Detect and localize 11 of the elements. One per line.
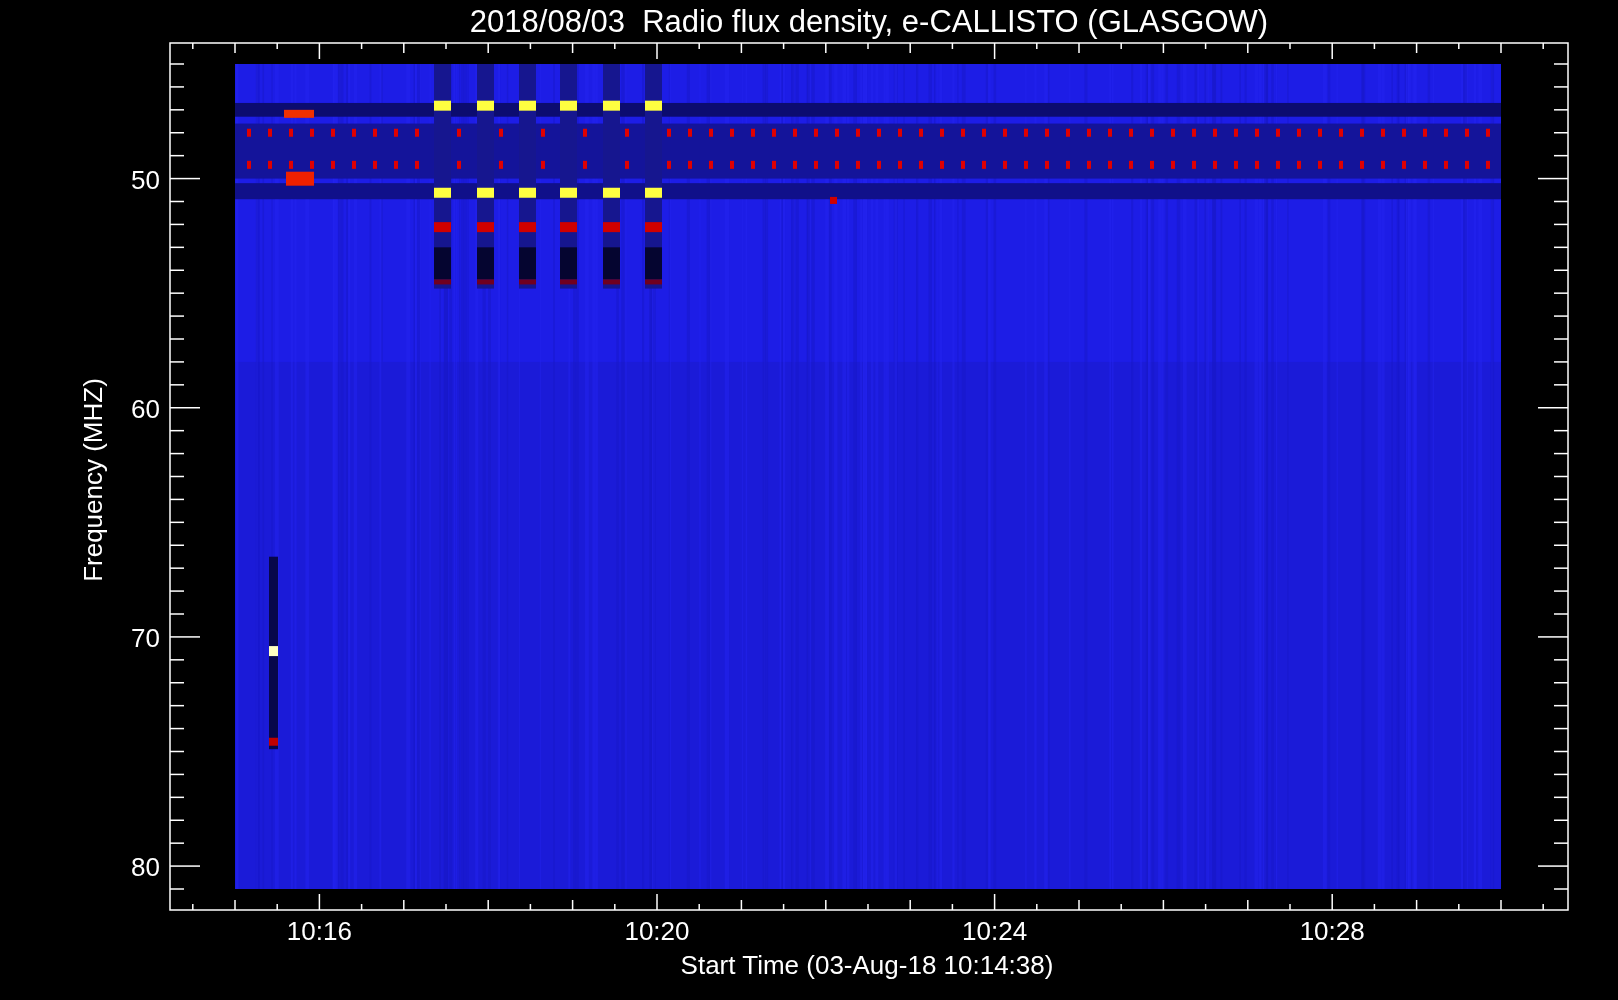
tick-label: 10:28 xyxy=(1299,916,1365,946)
tick-label: 10:24 xyxy=(962,916,1028,946)
tick-label: 60 xyxy=(131,393,160,424)
tick-label: 50 xyxy=(131,164,160,195)
tick-label: 70 xyxy=(131,622,160,653)
tick-label: 10:16 xyxy=(286,916,352,946)
chart-title: 2018/08/03 Radio flux density, e-CALLISTO (GLASGOW) xyxy=(469,4,1269,39)
axis-label: Start Time (03-Aug-18 10:14:38) xyxy=(680,950,1054,980)
axis-label: Frequency (MHZ) xyxy=(78,378,108,582)
tick-label: 80 xyxy=(131,852,160,883)
tick-label: 10:20 xyxy=(624,916,690,946)
